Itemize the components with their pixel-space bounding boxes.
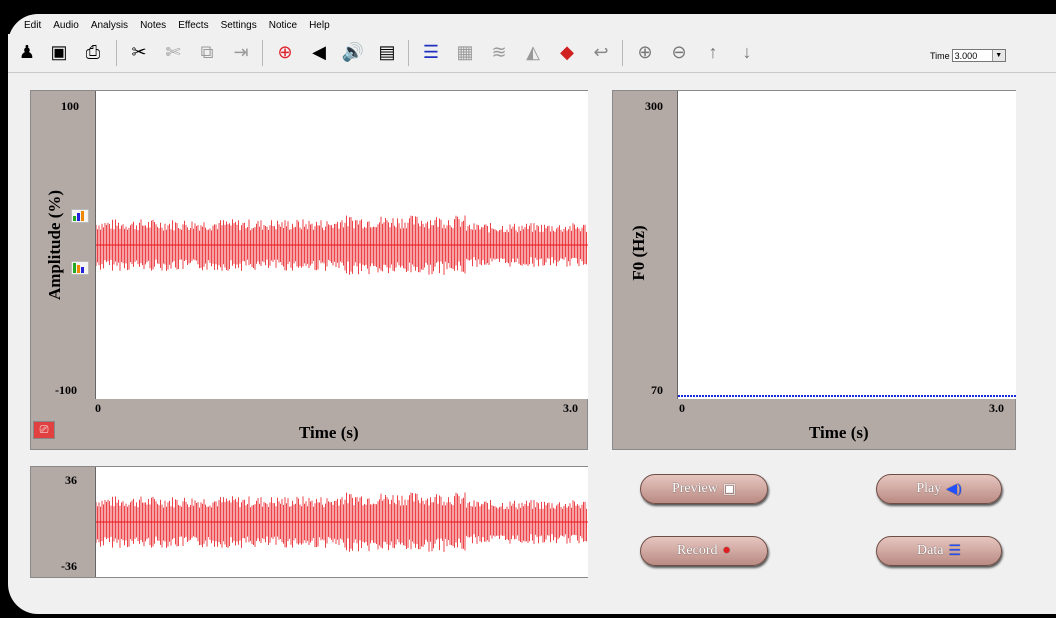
f0-xlabel: Time (s) (809, 423, 869, 442)
copy-icon[interactable]: ⧉ (192, 38, 222, 66)
amplitude-xmax: 3.0 (563, 401, 578, 415)
amplitude-ymin: -100 (55, 383, 77, 397)
chevron-down-icon[interactable]: ▼ (991, 50, 1005, 61)
overview-ymin: -36 (61, 559, 77, 573)
menu-settings[interactable]: Settings (221, 20, 257, 32)
overview-ymax: 36 (65, 473, 77, 487)
time-label: Time (930, 50, 950, 61)
menu-audio[interactable]: Audio (53, 20, 79, 32)
paste-icon[interactable]: ⇥ (226, 38, 256, 66)
amplitude-ylabel: Amplitude (%) (45, 189, 64, 301)
menu-bar: Edit Audio Analysis Notes Effects Settin… (24, 20, 330, 32)
preview-icon: ▣ (722, 481, 737, 497)
toolbar: ♟ ▣ ⎙ ✂ ✄ ⧉ ⇥ ⊕ ◀ 🔊 ▤ ☰ ▦ ≋ ◭ ◆ ↩ ⊕ ⊖ ↑ … (8, 34, 1056, 73)
speaker-icon[interactable]: ◀ (304, 38, 334, 66)
record-label: Record (677, 543, 718, 558)
f0-contour (678, 395, 1016, 397)
person-icon[interactable]: ♟ (12, 38, 42, 66)
f0-plot[interactable] (677, 91, 1016, 399)
cut-icon[interactable]: ✂ (124, 38, 154, 66)
play-button[interactable]: Play ◀) (876, 474, 1002, 504)
play-label: Play (916, 481, 942, 496)
f0-ymax: 300 (645, 99, 663, 113)
zoom-out-icon[interactable]: ⊖ (664, 38, 694, 66)
f0-ymin: 70 (651, 383, 663, 397)
filter-icon[interactable]: ≋ (484, 38, 514, 66)
f0-xmin: 0 (679, 401, 685, 415)
data-button[interactable]: Data ☰ (876, 536, 1002, 566)
preview-button[interactable]: Preview ▣ (640, 474, 768, 504)
record-icon[interactable]: ⊕ (270, 38, 300, 66)
toolbar-divider (408, 40, 409, 66)
menu-effects[interactable]: Effects (178, 20, 208, 32)
monitor-icon[interactable]: ⎚ (33, 421, 55, 439)
back-icon[interactable]: ↩ (586, 38, 616, 66)
amplitude-ymax: 100 (61, 99, 79, 113)
menu-edit[interactable]: Edit (24, 20, 41, 32)
menu-help[interactable]: Help (309, 20, 330, 32)
amplitude-waveform (95, 215, 588, 275)
menu-notice[interactable]: Notice (269, 20, 297, 32)
toolbar-divider (262, 40, 263, 66)
data-icon[interactable]: ☰ (416, 38, 446, 66)
f0-panel: 300 70 0 3.0 Time (s) F0 (Hz) (612, 90, 1016, 450)
print-icon[interactable]: ⎙ (78, 38, 108, 66)
f0-xmax: 3.0 (989, 401, 1004, 415)
amplitude-xmin: 0 (95, 401, 101, 415)
amplitude-xlabel: Time (s) (299, 423, 359, 442)
speaker-icon: ◀) (946, 481, 962, 497)
menu-notes[interactable]: Notes (140, 20, 166, 32)
down-arrow-icon[interactable]: ↓ (732, 38, 762, 66)
amplitude-plot[interactable] (95, 91, 588, 399)
f0-ylabel: F0 (Hz) (629, 225, 648, 281)
toolbar-divider (116, 40, 117, 66)
scissors-icon[interactable]: ✄ (158, 38, 188, 66)
overview-waveform (95, 492, 588, 552)
record-icon: ● (722, 543, 731, 558)
amplitude-panel: 100 -100 0 3.0 Time (s) Amplitude (%) ⎚ (30, 90, 588, 450)
spectrum-icon[interactable]: ▦ (450, 38, 480, 66)
time-control: Time 3.000 ▼ (930, 49, 1006, 62)
time-value: 3.000 (954, 50, 978, 61)
volume-icon[interactable]: 🔊 (338, 38, 368, 66)
record-button[interactable]: Record ● (640, 536, 768, 566)
overview-panel: 36 -36 (30, 466, 588, 578)
level-meter-icon (71, 261, 89, 275)
display-icon[interactable]: ▤ (372, 38, 402, 66)
landscape-icon[interactable]: ◭ (518, 38, 548, 66)
data-icon: ☰ (948, 543, 961, 559)
zoom-in-icon[interactable]: ⊕ (630, 38, 660, 66)
level-meter-icon (71, 209, 89, 223)
up-arrow-icon[interactable]: ↑ (698, 38, 728, 66)
data-label: Data (917, 543, 944, 558)
overview-plot[interactable] (95, 467, 588, 577)
save-icon[interactable]: ▣ (44, 38, 74, 66)
time-select[interactable]: 3.000 ▼ (951, 49, 1006, 62)
menu-analysis[interactable]: Analysis (91, 20, 128, 32)
diamond-icon[interactable]: ◆ (552, 38, 582, 66)
preview-label: Preview (671, 481, 718, 496)
toolbar-divider (622, 40, 623, 66)
